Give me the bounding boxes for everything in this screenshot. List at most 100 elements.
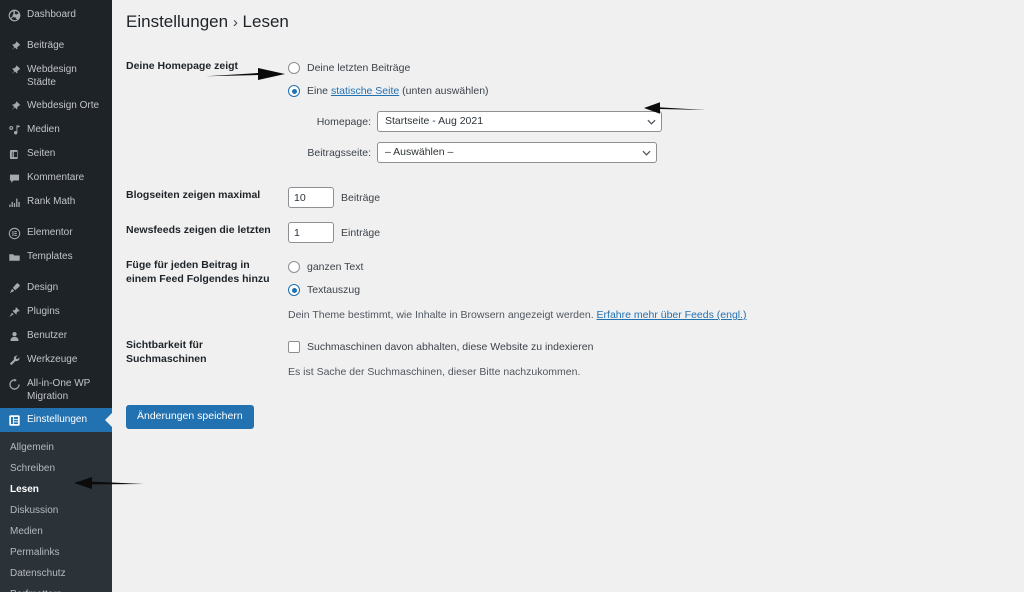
media-icon (7, 123, 21, 137)
posts-per-page-input[interactable] (288, 187, 334, 209)
sidebar-item-design[interactable]: Design (0, 276, 112, 300)
brush-icon (7, 281, 21, 295)
posts-per-page-unit: Beiträge (341, 191, 381, 204)
sidebar-item-plugins[interactable]: Plugins (0, 300, 112, 324)
radio-static-page[interactable]: Eine statische Seite (unten auswählen) (288, 83, 876, 99)
sidebar-item-label: All-in-One WP Migration (27, 378, 91, 402)
wrench-icon (7, 353, 21, 367)
sidebar-item-label: Design (27, 282, 59, 293)
radio-full-text-input[interactable] (288, 261, 300, 274)
radio-summary[interactable]: Textauszug (288, 282, 876, 298)
checkbox-discourage-search-input[interactable] (288, 341, 300, 354)
row-posts-per-rss: Newsfeeds zeigen die letzten Einträge (126, 215, 886, 250)
submenu-item-diskussion[interactable]: Diskussion (0, 500, 112, 521)
pin-icon (7, 39, 21, 53)
static-page-selects: Homepage: Startseite - Aug 2021 Beitrags… (306, 111, 876, 164)
field-homepage-displays: Deine letzten Beiträge Eine statische Se… (288, 51, 886, 180)
page-title-parent: Einstellungen (126, 12, 229, 31)
submenu-item-medien[interactable]: Medien (0, 521, 112, 542)
sidebar-item-werkzeuge[interactable]: Werkzeuge (0, 348, 112, 372)
posts-page-select[interactable]: – Auswählen – (377, 142, 657, 164)
sidebar-item-label: Medien (27, 124, 60, 135)
label-posts-per-rss: Newsfeeds zeigen die letzten (126, 224, 271, 237)
save-changes-button[interactable]: Änderungen speichern (126, 405, 254, 429)
chevron-down-icon (642, 150, 651, 157)
migration-icon (7, 377, 21, 391)
page-title-child: Lesen (242, 12, 289, 31)
homepage-select-value: Startseite - Aug 2021 (385, 115, 484, 128)
sidebar-item-kommentare[interactable]: Kommentare (0, 166, 112, 190)
radio-static-page-label: Eine statische Seite (unten auswählen) (307, 83, 489, 99)
sidebar-item-webdesign-staedte[interactable]: Webdesign Städte (0, 58, 112, 94)
chart-icon (7, 195, 21, 209)
label-feed-content: Füge für jeden Beitrag in einem Feed Fol… (126, 259, 270, 286)
checkbox-discourage-search[interactable]: Suchmaschinen davon abhalten, diese Webs… (288, 339, 876, 355)
wp-admin-screen: Dashboard Beiträge Webdesign Städte Webd… (0, 0, 1024, 592)
sidebar-item-webdesign-orte[interactable]: Webdesign Orte (0, 94, 112, 118)
sidebar-item-einstellungen[interactable]: Einstellungen (0, 408, 112, 432)
submenu-item-datenschutz[interactable]: Datenschutz (0, 563, 112, 584)
sidebar-item-label: Kommentare (27, 172, 85, 183)
static-page-link[interactable]: statische Seite (331, 85, 399, 97)
sidebar-item-benutzer[interactable]: Benutzer (0, 324, 112, 348)
sidebar-item-label: Benutzer (27, 330, 68, 341)
pin-icon (7, 63, 21, 77)
radio-summary-input[interactable] (288, 284, 300, 297)
submenu-item-allgemein[interactable]: Allgemein (0, 437, 112, 458)
sidebar-item-all-in-one-wp-migration[interactable]: All-in-One WP Migration (0, 372, 112, 408)
submit-area: Änderungen speichern (126, 405, 1024, 429)
posts-page-select-line: Beitragsseite: – Auswählen – (306, 142, 876, 164)
chevron-down-icon (647, 119, 656, 126)
sidebar-item-rank-math[interactable]: Rank Math (0, 190, 112, 214)
row-feed-content: Füge für jeden Beitrag in einem Feed Fol… (126, 250, 886, 330)
homepage-select[interactable]: Startseite - Aug 2021 (377, 111, 662, 133)
sidebar-item-elementor[interactable]: Elementor (0, 221, 112, 245)
sidebar-item-templates[interactable]: Templates (0, 245, 112, 269)
posts-per-rss-input[interactable] (288, 222, 334, 244)
static-suffix: (unten auswählen) (399, 85, 489, 98)
submenu-item-schreiben[interactable]: Schreiben (0, 458, 112, 479)
homepage-select-label: Homepage: (316, 115, 371, 128)
comment-icon (7, 171, 21, 185)
settings-icon (7, 413, 21, 427)
label-homepage-displays: Deine Homepage zeigt (126, 60, 239, 73)
field-feed-content: ganzen Text Textauszug Dein Theme bestim… (288, 250, 886, 330)
feed-description-text: Dein Theme bestimmt, wie Inhalte in Brow… (288, 309, 597, 322)
sidebar-item-beitraege[interactable]: Beiträge (0, 34, 112, 58)
static-prefix: Eine (307, 85, 331, 98)
radio-static-page-input[interactable] (288, 85, 300, 98)
dashboard-icon (7, 8, 21, 22)
search-visibility-description: Es ist Sache der Suchmaschinen, dieser B… (288, 366, 581, 379)
feed-content-description: Dein Theme bestimmt, wie Inhalte in Brow… (288, 307, 876, 323)
submenu-item-lesen[interactable]: Lesen (0, 479, 112, 500)
sidebar-item-seiten[interactable]: Seiten (0, 142, 112, 166)
radio-latest-posts-label: Deine letzten Beiträge (307, 62, 411, 75)
sidebar-item-dashboard[interactable]: Dashboard (0, 3, 112, 27)
field-posts-per-page: Beiträge (288, 180, 886, 215)
submenu-item-perfmatters[interactable]: Perfmatters (0, 584, 112, 592)
reading-settings-form: Deine Homepage zeigt Deine letzten Beitr… (126, 51, 886, 387)
field-posts-per-rss: Einträge (288, 215, 886, 250)
radio-full-text[interactable]: ganzen Text (288, 259, 876, 275)
radio-latest-posts[interactable]: Deine letzten Beiträge (288, 60, 876, 76)
feed-learn-more-link[interactable]: Erfahre mehr über Feeds (engl.) (597, 309, 747, 321)
field-search-visibility: Suchmaschinen davon abhalten, diese Webs… (288, 330, 886, 387)
sidebar-item-label: Templates (27, 251, 73, 262)
menu-separator (0, 27, 112, 34)
row-search-visibility: Sichtbarkeit für Suchmaschinen Suchmasch… (126, 330, 886, 387)
posts-page-select-label: Beitragsseite: (307, 146, 371, 159)
label-search-visibility: Sichtbarkeit für Suchmaschinen (126, 339, 207, 366)
checkbox-discourage-search-label: Suchmaschinen davon abhalten, diese Webs… (307, 341, 594, 354)
menu-separator (0, 214, 112, 221)
page-title: Einstellungen › Lesen (126, 6, 1024, 37)
radio-summary-label: Textauszug (307, 284, 361, 297)
radio-full-text-label: ganzen Text (307, 261, 364, 274)
sidebar-item-label: Seiten (27, 148, 56, 159)
radio-latest-posts-input[interactable] (288, 62, 300, 75)
plugin-icon (7, 305, 21, 319)
folder-icon (7, 250, 21, 264)
submenu-item-permalinks[interactable]: Permalinks (0, 542, 112, 563)
admin-sidebar: Dashboard Beiträge Webdesign Städte Webd… (0, 0, 112, 592)
sidebar-item-medien[interactable]: Medien (0, 118, 112, 142)
settings-submenu: Allgemein Schreiben Lesen Diskussion Med… (0, 432, 112, 592)
